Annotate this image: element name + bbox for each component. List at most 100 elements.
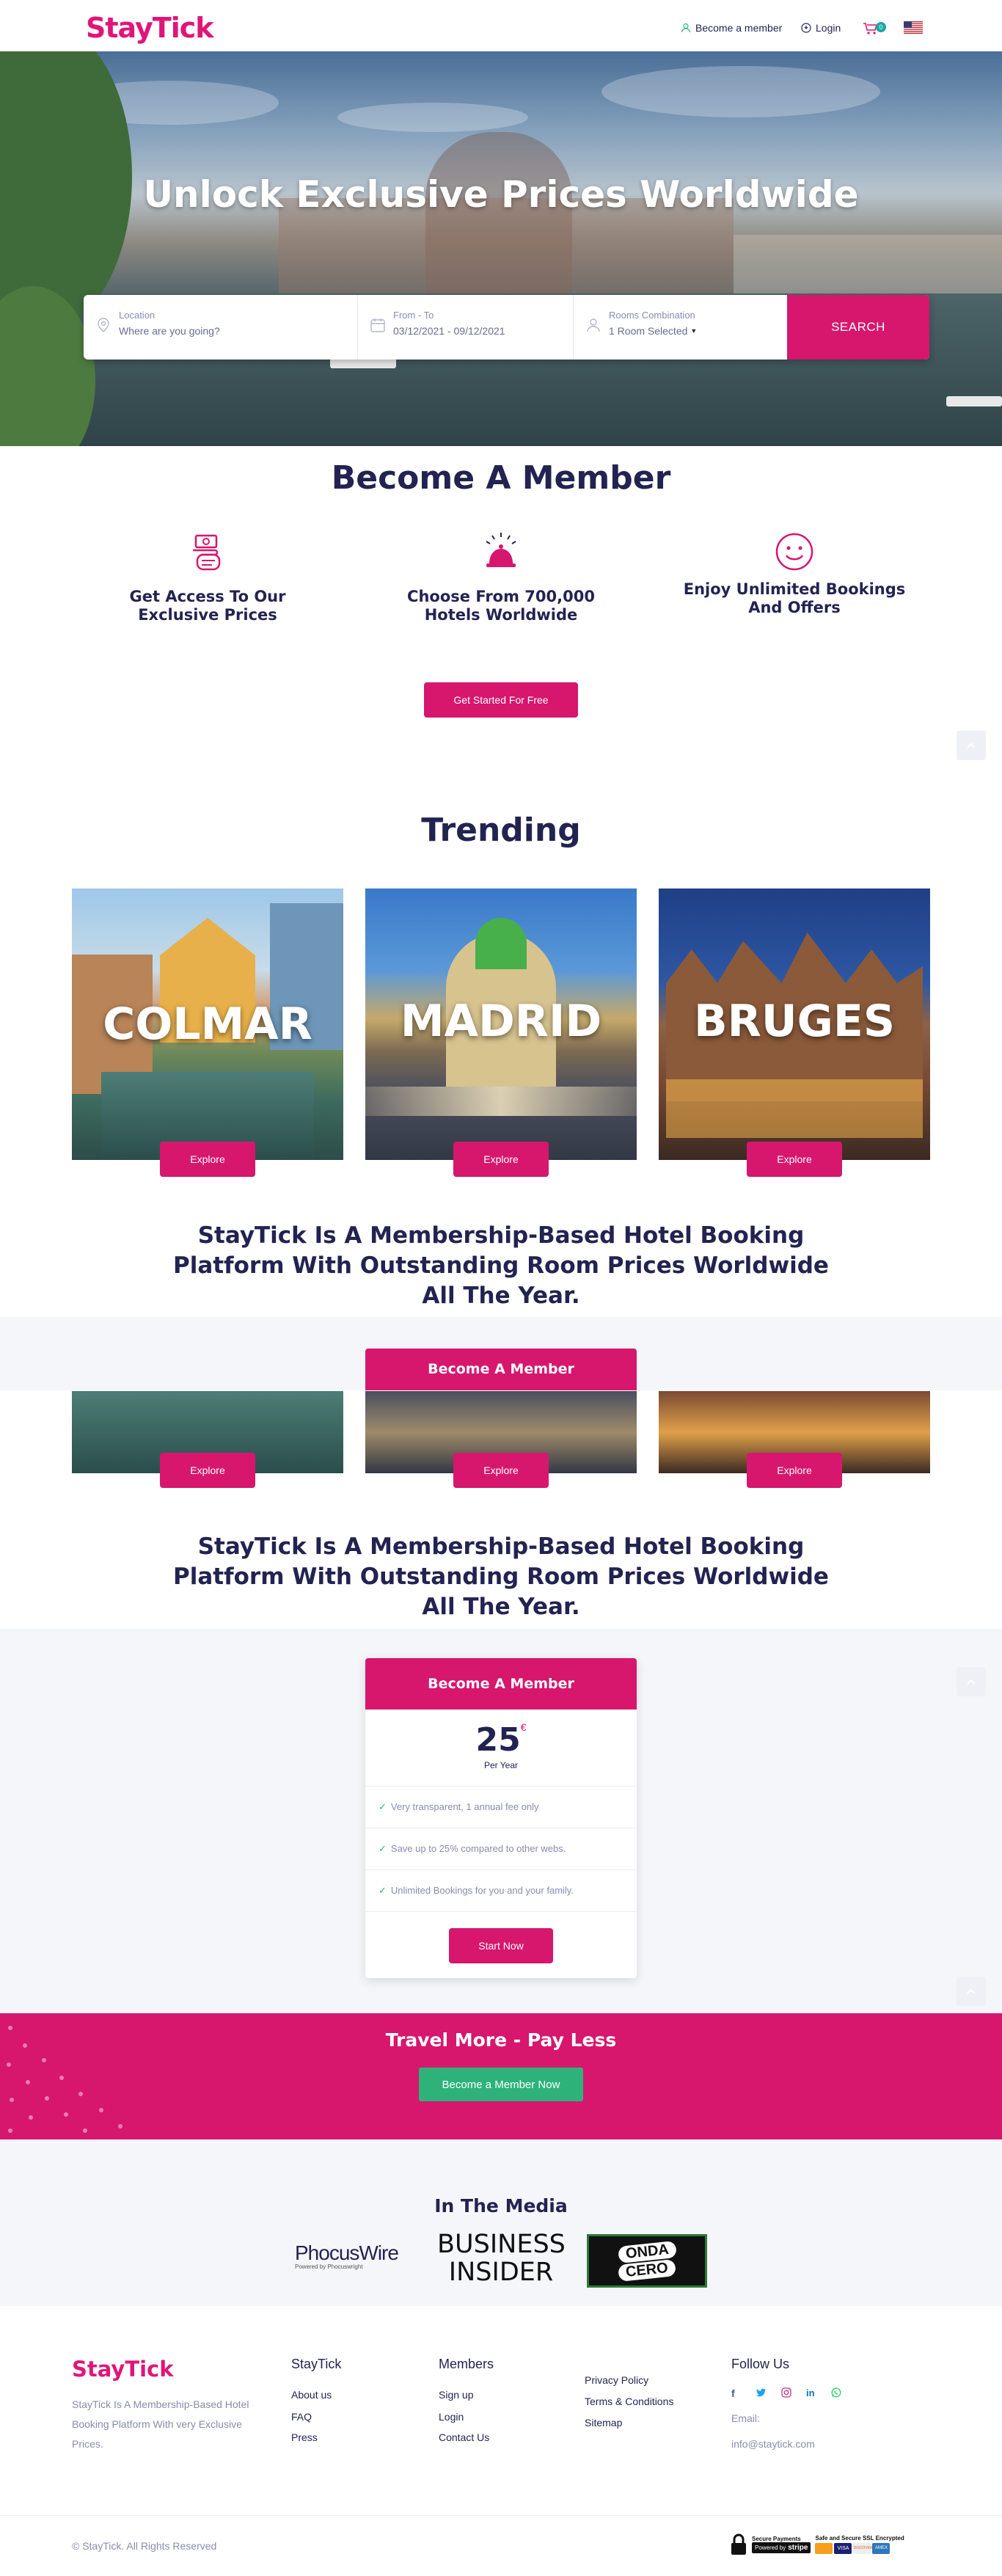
price-currency: € bbox=[520, 1721, 527, 1733]
footer-col-staytick-title: StayTick bbox=[291, 2357, 342, 2371]
footer-link-signup[interactable]: Sign up bbox=[439, 2389, 473, 2401]
discover-icon: DISCOVER bbox=[853, 2543, 873, 2554]
rooms-select-value: 1 Room Selected bbox=[609, 325, 688, 337]
footer-logo[interactable]: StayTick bbox=[72, 2357, 174, 2382]
city-name-madrid: MADRID bbox=[400, 996, 602, 1047]
trending-title: Trending bbox=[421, 811, 581, 849]
scroll-top-button[interactable] bbox=[957, 1667, 986, 1696]
check-icon: ✓ bbox=[379, 1843, 387, 1854]
smiley-icon bbox=[775, 533, 813, 571]
stripe-badge: Powered by stripe bbox=[752, 2542, 811, 2553]
explore-button-duplicate[interactable]: Explore bbox=[453, 1453, 549, 1488]
login-link[interactable]: Login bbox=[801, 22, 841, 34]
business-insider-logo: BUSINESS INSIDER bbox=[437, 2230, 566, 2287]
price-amount: 25 bbox=[475, 1721, 521, 1759]
email-link[interactable]: info@staytick.com bbox=[731, 2438, 815, 2450]
scroll-top-button[interactable] bbox=[957, 731, 986, 760]
explore-colmar-button[interactable]: Explore bbox=[160, 1142, 255, 1177]
whatsapp-icon[interactable] bbox=[831, 2387, 841, 2398]
chevron-up-icon bbox=[967, 742, 976, 748]
pricing-feature: ✓ Unlimited Bookings for you and your fam… bbox=[365, 1869, 637, 1911]
explore-button-duplicate[interactable]: Explore bbox=[160, 1453, 255, 1488]
footer-link-faq[interactable]: FAQ bbox=[291, 2411, 312, 2423]
pricing-feature-text: Very transparent, 1 annual fee only bbox=[390, 1801, 539, 1812]
location-pin-icon bbox=[98, 318, 109, 332]
instagram-icon[interactable] bbox=[781, 2387, 791, 2398]
date-range-label: From - To bbox=[393, 310, 434, 321]
promo-banner: Travel More - Pay Less Become a Member N… bbox=[0, 2013, 1002, 2139]
trending-card-bruges[interactable]: BRUGES bbox=[659, 889, 930, 1160]
boat-shape bbox=[330, 358, 396, 368]
become-member-now-button[interactable]: Become a Member Now bbox=[419, 2068, 583, 2101]
date-range-field[interactable]: From - To 03/12/2021 - 09/12/2021 bbox=[358, 295, 574, 360]
footer-link-login[interactable]: Login bbox=[439, 2411, 464, 2423]
follow-us-title: Follow Us bbox=[731, 2357, 790, 2371]
site-header: StayTick Become a member Login 0 bbox=[0, 0, 1002, 51]
footer-description: StayTick Is A Membership-Based Hotel Boo… bbox=[72, 2398, 249, 2450]
green-dome-shape bbox=[475, 918, 527, 969]
date-range-input[interactable]: 03/12/2021 - 09/12/2021 bbox=[393, 325, 573, 337]
location-field[interactable]: Location Where are you going? bbox=[84, 295, 358, 360]
person-icon bbox=[587, 318, 600, 332]
city-name-bruges: BRUGES bbox=[693, 996, 896, 1047]
start-now-button[interactable]: Start Now bbox=[449, 1928, 553, 1963]
price-period: Per Year bbox=[483, 1760, 519, 1770]
email-label: Email: bbox=[731, 2412, 760, 2424]
footer-divider bbox=[0, 2515, 1002, 2516]
check-icon: ✓ bbox=[379, 1885, 387, 1896]
facebook-icon[interactable]: f bbox=[731, 2387, 742, 2399]
feature-exclusive-prices: Get Access To Our Exclusive Prices bbox=[87, 530, 329, 624]
language-selector[interactable] bbox=[904, 21, 923, 34]
footer-link-about[interactable]: About us bbox=[291, 2389, 332, 2401]
footer-link-sitemap[interactable]: Sitemap bbox=[585, 2417, 622, 2429]
visa-icon: VISA bbox=[834, 2543, 852, 2554]
member-card-header-duplicate: Become A Member bbox=[365, 1349, 637, 1390]
footer-link-terms[interactable]: Terms & Conditions bbox=[585, 2396, 673, 2407]
pricing-card-header: Become A Member bbox=[365, 1658, 637, 1710]
pricing-feature-text: Unlimited Bookings for you and your fami… bbox=[390, 1885, 574, 1896]
get-started-button[interactable]: Get Started For Free bbox=[424, 682, 578, 718]
scroll-top-button[interactable] bbox=[957, 1977, 986, 2006]
rooms-label: Rooms Combination bbox=[609, 310, 695, 321]
site-logo[interactable]: StayTick bbox=[86, 12, 214, 44]
pricing-feature: ✓ Save up to 25% compared to other webs. bbox=[365, 1828, 637, 1869]
location-label: Location bbox=[119, 310, 156, 321]
mastercard-icon bbox=[815, 2543, 833, 2554]
location-input[interactable]: Where are you going? bbox=[119, 325, 357, 337]
phocuswire-logo: PhocusWire Powered by Phocuswright bbox=[295, 2241, 399, 2270]
pricing-feature: ✓ Very transparent, 1 annual fee only bbox=[365, 1786, 637, 1828]
explore-bruges-button[interactable]: Explore bbox=[747, 1142, 842, 1177]
footer-link-privacy[interactable]: Privacy Policy bbox=[585, 2374, 648, 2386]
trending-card-colmar[interactable]: COLMAR bbox=[72, 889, 343, 1160]
linkedin-icon[interactable]: in bbox=[806, 2387, 816, 2399]
lit-storefronts-shape bbox=[666, 1079, 923, 1138]
footer-link-press[interactable]: Press bbox=[291, 2431, 318, 2443]
rooms-select[interactable]: 1 Room Selected ▼ bbox=[609, 325, 787, 337]
check-icon: ✓ bbox=[379, 1801, 387, 1812]
padlock-icon bbox=[731, 2533, 746, 2555]
search-button[interactable]: SEARCH bbox=[787, 295, 929, 360]
search-form: Location Where are you going? From - To … bbox=[84, 295, 929, 360]
trending-card-madrid[interactable]: MADRID bbox=[365, 889, 637, 1160]
onda-cero-logo: ONDA CERO bbox=[587, 2234, 707, 2288]
copyright: © StayTick. All Rights Reserved bbox=[72, 2540, 217, 2552]
pricing-card: Become A Member 25€ Per Year ✓ Very trans… bbox=[365, 1658, 637, 1978]
city-name-colmar: COLMAR bbox=[103, 999, 312, 1050]
payment-badges: Secure Payments Powered by stripe Safe an… bbox=[730, 2530, 924, 2559]
explore-button-duplicate[interactable]: Explore bbox=[747, 1453, 842, 1488]
promo-title: Travel More - Pay Less bbox=[385, 2029, 617, 2051]
calendar-icon bbox=[370, 318, 385, 332]
social-links: f in bbox=[731, 2387, 841, 2399]
twitter-icon[interactable] bbox=[756, 2387, 767, 2398]
footer-link-contact[interactable]: Contact Us bbox=[439, 2431, 489, 2443]
login-label: Login bbox=[816, 22, 841, 34]
platform-tagline-duplicate: StayTick Is A Membership-Based Hotel Boo… bbox=[173, 1533, 829, 1620]
pricing-footer: Start Now bbox=[365, 1911, 637, 1978]
explore-madrid-button[interactable]: Explore bbox=[453, 1142, 549, 1177]
login-icon bbox=[801, 23, 811, 33]
feature-bookings: Enjoy Unlimited Bookings And Offers bbox=[673, 530, 915, 617]
ssl-badge: Safe and Secure SSL Encrypted VISA DISCO… bbox=[815, 2535, 904, 2554]
boat-shape bbox=[946, 396, 1002, 406]
rooms-field[interactable]: Rooms Combination 1 Room Selected ▼ bbox=[574, 295, 787, 360]
become-member-link[interactable]: Become a member bbox=[681, 22, 782, 34]
